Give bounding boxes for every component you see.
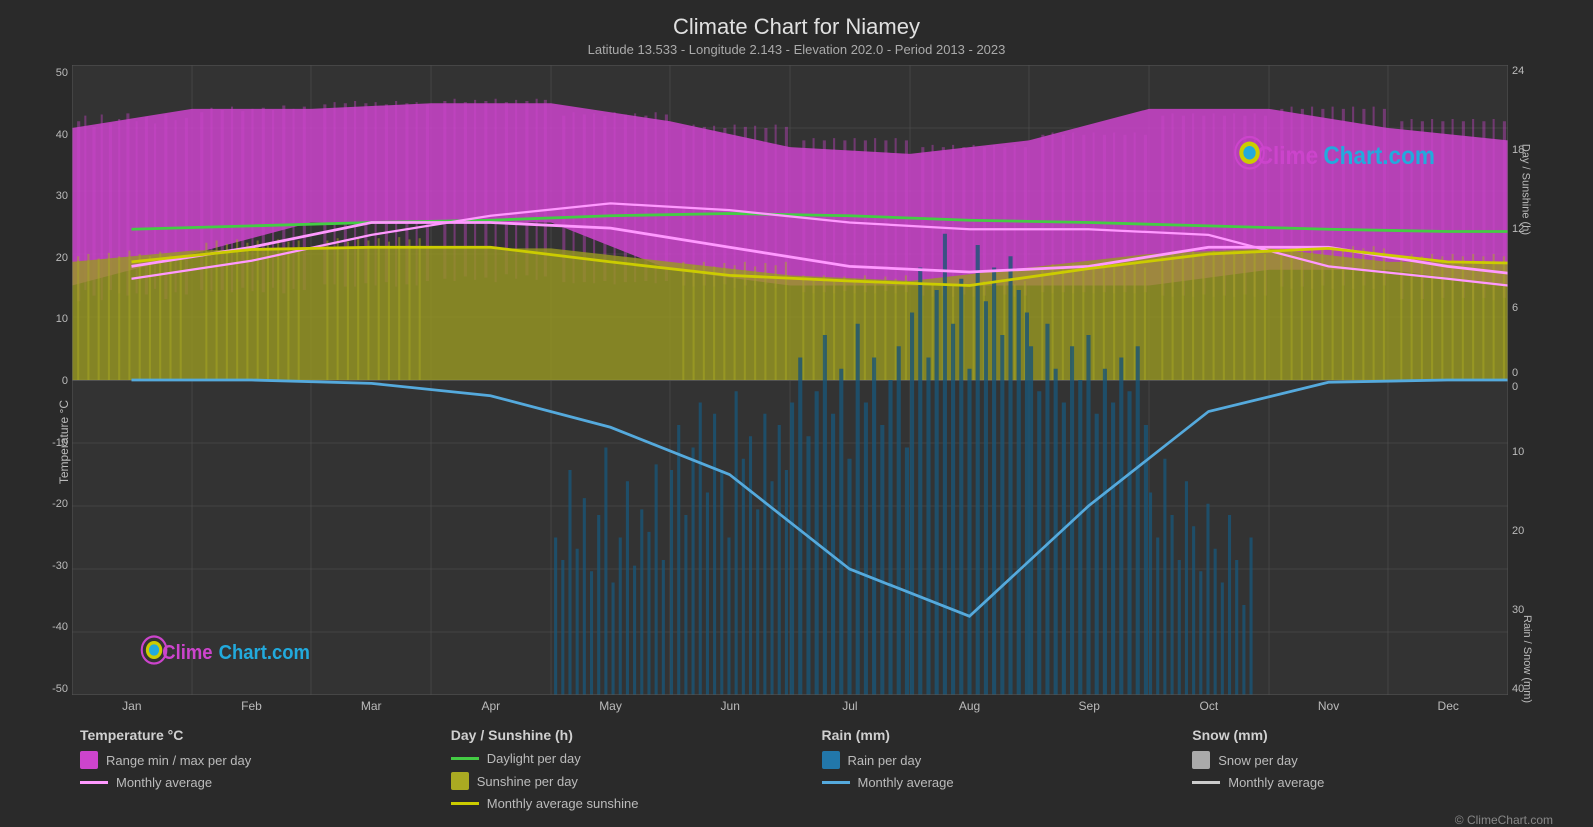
svg-text:Clime: Clime xyxy=(1257,143,1318,170)
month-jun: Jun xyxy=(670,699,790,721)
legend-title-sunshine: Day / Sunshine (h) xyxy=(451,727,822,743)
legend-label-sunshine-avg: Monthly average sunshine xyxy=(487,796,639,811)
y-axis-left-label: Temperature °C xyxy=(57,400,71,484)
legend-item-sunshine: Sunshine per day xyxy=(451,772,822,790)
legend-label-snow-avg: Monthly average xyxy=(1228,775,1324,790)
legend-title-temperature: Temperature °C xyxy=(80,727,451,743)
legend-item-snow-day: Snow per day xyxy=(1192,751,1563,769)
legend-line-rain-avg xyxy=(822,781,850,784)
legend-area: Temperature °C Range min / max per day M… xyxy=(20,721,1573,815)
y-right-tick-20: 20 xyxy=(1512,525,1524,537)
chart-area: Temperature °C 50 40 30 20 10 0 -10 -20 … xyxy=(20,65,1573,721)
y-right-tick-24: 24 xyxy=(1512,65,1524,77)
legend-label-rain-day: Rain per day xyxy=(848,753,922,768)
month-may: May xyxy=(551,699,671,721)
chart-subtitle: Latitude 13.533 - Longitude 2.143 - Elev… xyxy=(588,42,1006,57)
legend-col-temperature: Temperature °C Range min / max per day M… xyxy=(80,727,451,811)
month-mar: Mar xyxy=(311,699,431,721)
legend-item-daylight: Daylight per day xyxy=(451,751,822,766)
y-tick-n40: -40 xyxy=(52,621,68,633)
y-right-tick-10: 10 xyxy=(1512,446,1524,458)
legend-swatch-temp-range xyxy=(80,751,98,769)
legend-item-rain-avg: Monthly average xyxy=(822,775,1193,790)
legend-label-sunshine: Sunshine per day xyxy=(477,774,578,789)
y-tick-40: 40 xyxy=(56,129,68,141)
legend-label-snow-day: Snow per day xyxy=(1218,753,1298,768)
legend-line-temp-avg xyxy=(80,781,108,784)
legend-item-sunshine-avg: Monthly average sunshine xyxy=(451,796,822,811)
legend-title-snow: Snow (mm) xyxy=(1192,727,1563,743)
month-apr: Apr xyxy=(431,699,551,721)
svg-text:Chart.com: Chart.com xyxy=(219,641,310,664)
y-tick-0: 0 xyxy=(62,375,68,387)
month-feb: Feb xyxy=(192,699,312,721)
month-dec: Dec xyxy=(1388,699,1508,721)
legend-col-sunshine: Day / Sunshine (h) Daylight per day Suns… xyxy=(451,727,822,811)
legend-line-snow-avg xyxy=(1192,781,1220,784)
legend-item-temp-range: Range min / max per day xyxy=(80,751,451,769)
month-sep: Sep xyxy=(1029,699,1149,721)
y-tick-n50: -50 xyxy=(52,683,68,695)
chart-svg: Clime Chart.com Clime Chart.com xyxy=(72,65,1508,695)
legend-swatch-sunshine xyxy=(451,772,469,790)
y-tick-n20: -20 xyxy=(52,498,68,510)
x-axis: Jan Feb Mar Apr May Jun Jul Aug Sep Oct … xyxy=(72,695,1508,721)
y-tick-n30: -30 xyxy=(52,560,68,572)
legend-col-snow: Snow (mm) Snow per day Monthly average ©… xyxy=(1192,727,1563,811)
y-tick-50: 50 xyxy=(56,67,68,79)
svg-text:Clime: Clime xyxy=(162,641,212,664)
legend-title-rain: Rain (mm) xyxy=(822,727,1193,743)
legend-label-temp-avg: Monthly average xyxy=(116,775,212,790)
legend-swatch-rain-day xyxy=(822,751,840,769)
legend-label-temp-range: Range min / max per day xyxy=(106,753,251,768)
page-wrapper: Climate Chart for Niamey Latitude 13.533… xyxy=(0,0,1593,825)
month-nov: Nov xyxy=(1269,699,1389,721)
chart-canvas: Clime Chart.com Clime Chart.com xyxy=(72,65,1508,721)
y-tick-30: 30 xyxy=(56,190,68,202)
legend-item-snow-avg: Monthly average xyxy=(1192,775,1563,790)
legend-label-rain-avg: Monthly average xyxy=(858,775,954,790)
legend-label-daylight: Daylight per day xyxy=(487,751,581,766)
y-right-label-rain: Rain / Snow (mm) xyxy=(1521,615,1533,703)
legend-swatch-snow-day xyxy=(1192,751,1210,769)
month-oct: Oct xyxy=(1149,699,1269,721)
y-tick-10: 10 xyxy=(56,313,68,325)
month-jan: Jan xyxy=(72,699,192,721)
svg-text:Chart.com: Chart.com xyxy=(1323,143,1435,170)
legend-line-daylight xyxy=(451,757,479,760)
y-right-tick-6: 6 xyxy=(1512,302,1524,314)
month-aug: Aug xyxy=(910,699,1030,721)
chart-title: Climate Chart for Niamey xyxy=(673,14,920,40)
legend-line-sunshine-avg xyxy=(451,802,479,805)
y-right-label-sunshine: Day / Sunshine (h) xyxy=(1519,144,1531,235)
y-right-tick-0-bottom: 0 xyxy=(1512,367,1524,379)
legend-item-temp-avg: Monthly average xyxy=(80,775,451,790)
month-jul: Jul xyxy=(790,699,910,721)
legend-item-rain-day: Rain per day xyxy=(822,751,1193,769)
y-tick-20: 20 xyxy=(56,252,68,264)
legend-col-rain: Rain (mm) Rain per day Monthly average xyxy=(822,727,1193,811)
